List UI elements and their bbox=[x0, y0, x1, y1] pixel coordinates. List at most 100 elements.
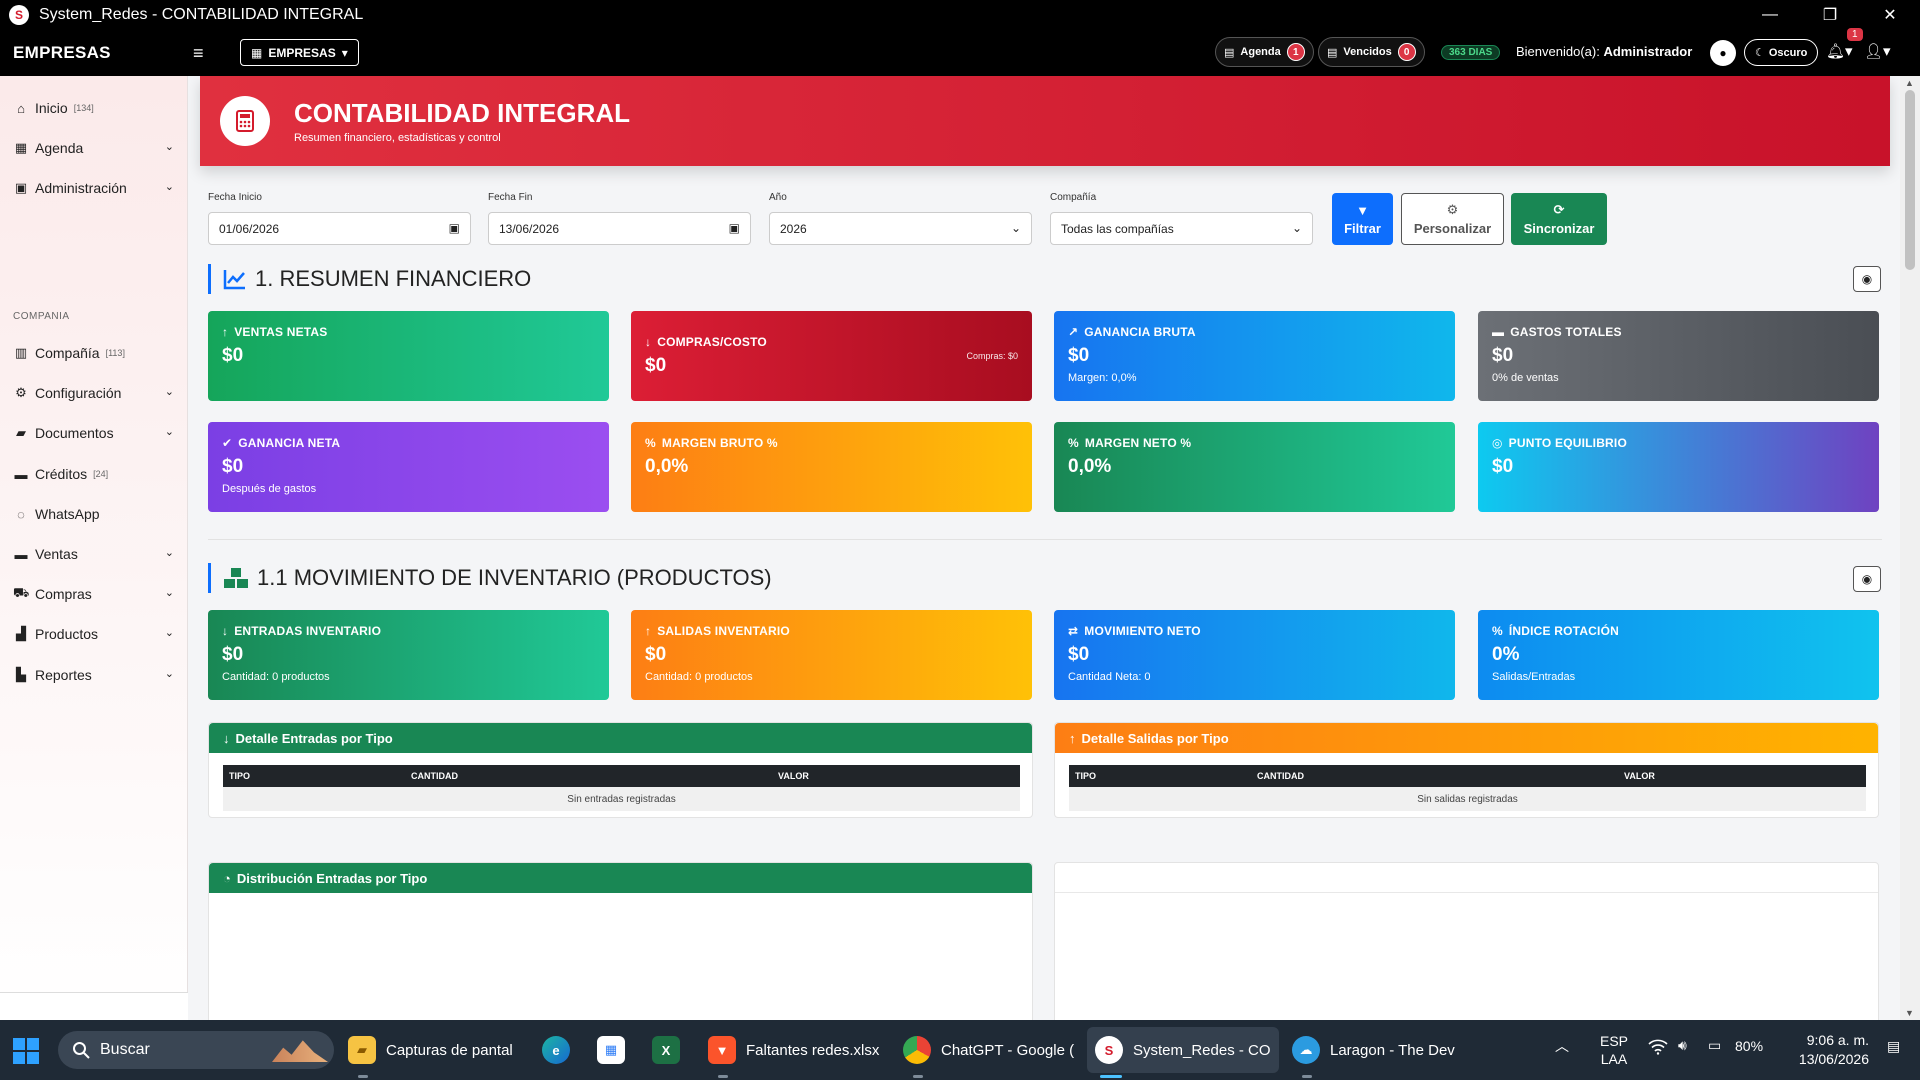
windows-start-icon[interactable] bbox=[13, 1038, 39, 1064]
wifi-icon[interactable] bbox=[1648, 1039, 1668, 1055]
anio-select[interactable]: 2026 ⌄ bbox=[769, 212, 1032, 245]
tray-chevron-up-icon[interactable]: ︿ bbox=[1555, 1036, 1569, 1056]
taskbar-indicator bbox=[1302, 1075, 1312, 1078]
vencidos-pill-button[interactable]: ▤ Vencidos 0 bbox=[1318, 37, 1425, 67]
connection-status-icon[interactable]: ● bbox=[1710, 40, 1736, 66]
card-ganancia-neta: ✔ GANANCIA NETA $0 Después de gastos bbox=[208, 422, 609, 512]
building-icon: ▦ bbox=[251, 45, 263, 60]
sidebar-item-creditos[interactable]: ▬ Créditos [24] bbox=[0, 459, 188, 489]
sidebar-item-productos[interactable]: ▟ Productos ⌄ bbox=[0, 619, 188, 649]
panel-detalle-entradas: ↓ Detalle Entradas por Tipo TIPO CANTIDA… bbox=[208, 722, 1033, 818]
taskbar-active-indicator bbox=[1100, 1075, 1122, 1078]
card-indice-rotacion: % ÍNDICE ROTACIÓN 0% Salidas/Entradas bbox=[1478, 610, 1879, 700]
battery-icon[interactable]: ▭ bbox=[1708, 1037, 1721, 1054]
dark-mode-toggle[interactable]: ☾ Oscuro bbox=[1744, 39, 1819, 66]
notification-count-badge: 1 bbox=[1847, 28, 1863, 41]
app-logo-icon: S bbox=[1095, 1036, 1123, 1064]
taskbar-app-excel[interactable]: X bbox=[652, 1034, 680, 1066]
sidebar-item-reportes[interactable]: ▙ Reportes ⌄ bbox=[0, 660, 188, 690]
sidebar-item-documentos[interactable]: ▰ Documentos ⌄ bbox=[0, 418, 188, 448]
sidebar-item-ventas[interactable]: ▬ Ventas ⌄ bbox=[0, 539, 188, 569]
user-name: Administrador bbox=[1603, 44, 1693, 59]
language-indicator[interactable]: ESP LAA bbox=[1600, 1032, 1628, 1068]
taskbar-app-explorer[interactable]: ▰ Capturas de pantal bbox=[348, 1034, 513, 1066]
minimize-button[interactable]: — bbox=[1740, 0, 1800, 29]
navbar-brand[interactable]: EMPRESAS bbox=[13, 43, 111, 63]
sidebar-item-administracion[interactable]: ▣ Administración ⌄ bbox=[0, 173, 188, 203]
fecha-inicio-input[interactable]: 01/06/2026 ▣ bbox=[208, 212, 471, 245]
exchange-icon: ⇄ bbox=[1068, 624, 1079, 638]
bell-icon[interactable]: 🔔︎▾ bbox=[1826, 42, 1853, 60]
taskbar-app-chrome[interactable]: ChatGPT - Google ( bbox=[903, 1034, 1074, 1066]
calendar-icon[interactable]: ▣ bbox=[729, 221, 740, 235]
chevron-down-icon: ⌄ bbox=[164, 426, 174, 438]
window-titlebar: S System_Redes - CONTABILIDAD INTEGRAL —… bbox=[0, 0, 1920, 29]
chevron-down-icon: ⌄ bbox=[164, 141, 174, 153]
card-punto-equilibrio: ◎ PUNTO EQUILIBRIO $0 bbox=[1478, 422, 1879, 512]
percent-icon: % bbox=[645, 436, 656, 450]
volume-icon[interactable]: 🔊︎ bbox=[1678, 1037, 1687, 1054]
sidebar-item-compras[interactable]: ⛟ Compras ⌄ bbox=[0, 579, 188, 609]
anio-label: Año bbox=[769, 192, 787, 203]
store-icon: ▦ bbox=[597, 1036, 625, 1064]
license-days-badge: 363 DIAS bbox=[1441, 45, 1501, 60]
excel-icon: X bbox=[652, 1036, 680, 1064]
arrow-up-icon: ↑ bbox=[645, 624, 652, 638]
calendar-icon[interactable]: ▣ bbox=[449, 221, 460, 235]
cart-icon: ⛟ bbox=[13, 585, 30, 600]
app-logo-icon: S bbox=[9, 4, 29, 25]
taskbar-app-edge[interactable]: e bbox=[542, 1034, 570, 1066]
sidebar-section-label: COMPANIA bbox=[13, 311, 70, 322]
arrow-up-icon: ↑ bbox=[222, 325, 229, 339]
sidebar-item-agenda[interactable]: ▦ Agenda ⌄ bbox=[0, 133, 188, 163]
close-button[interactable]: ✕ bbox=[1860, 0, 1920, 29]
vencidos-count-badge: 0 bbox=[1397, 43, 1416, 61]
card-movimiento-neto: ⇄ MOVIMIENTO NETO $0 Cantidad Neta: 0 bbox=[1054, 610, 1455, 700]
taskbar-app-laragon[interactable]: ☁ Laragon - The Dev bbox=[1292, 1034, 1455, 1066]
chevron-down-icon: ⌄ bbox=[1010, 221, 1021, 235]
empresas-dropdown-button[interactable]: ▦ EMPRESAS ▾ bbox=[240, 39, 359, 66]
target-icon: ◎ bbox=[1492, 436, 1503, 450]
fecha-fin-input[interactable]: 13/06/2026 ▣ bbox=[488, 212, 751, 245]
scrollbar-thumb[interactable] bbox=[1905, 90, 1915, 270]
scroll-up-icon[interactable]: ▲ bbox=[1905, 78, 1914, 88]
sincronizar-button[interactable]: ⟳ Sincronizar bbox=[1511, 193, 1607, 245]
taskbar-app-system-redes[interactable]: S System_Redes - CO bbox=[1087, 1027, 1279, 1073]
sidebar-item-configuracion[interactable]: ⚙ Configuración ⌄ bbox=[0, 378, 188, 408]
taskbar-indicator bbox=[913, 1075, 923, 1078]
filter-icon: ▼ bbox=[1356, 202, 1369, 218]
arrow-down-icon: ↓ bbox=[223, 730, 230, 746]
toggle-visibility-eye-icon[interactable]: ◉ bbox=[1853, 266, 1881, 292]
sidebar-item-inicio[interactable]: ⌂ Inicio [134] bbox=[0, 93, 188, 123]
sidebar-item-compania[interactable]: ▥ Compañía [113] bbox=[0, 338, 188, 368]
sidebar-item-whatsapp[interactable]: ◌ WhatsApp bbox=[0, 499, 188, 529]
taskbar-app-store[interactable]: ▦ bbox=[597, 1034, 625, 1066]
boxes-icon: ▟ bbox=[16, 626, 26, 641]
filtrar-button[interactable]: ▼ Filtrar bbox=[1332, 193, 1393, 245]
clock[interactable]: 9:06 a. m. 13/06/2026 bbox=[1785, 1031, 1869, 1069]
welcome-text: Bienvenido(a): Administrador bbox=[1516, 44, 1693, 59]
user-menu-icon[interactable]: 👤︎▾ bbox=[1864, 42, 1891, 60]
chrome-icon bbox=[903, 1036, 931, 1064]
taskbar-search-input[interactable]: Buscar bbox=[58, 1031, 334, 1069]
table-header: TIPO CANTIDAD VALOR bbox=[1069, 765, 1866, 787]
calendar-icon: ▦ bbox=[14, 140, 28, 155]
agenda-pill-button[interactable]: ▤ Agenda 1 bbox=[1215, 37, 1314, 67]
vertical-scrollbar[interactable]: ▲ ▼ bbox=[1900, 76, 1920, 1020]
maximize-button[interactable]: ❐ bbox=[1800, 0, 1860, 29]
scroll-down-icon[interactable]: ▼ bbox=[1905, 1008, 1914, 1018]
table-empty-row: Sin entradas registradas bbox=[223, 787, 1020, 811]
whatsapp-icon: ◌ bbox=[17, 506, 25, 522]
personalizar-button[interactable]: ⚙ Personalizar bbox=[1401, 193, 1504, 245]
hamburger-menu-icon[interactable]: ≡ bbox=[193, 43, 204, 64]
cash-icon: ▬ bbox=[14, 546, 28, 562]
toggle-visibility-eye-icon[interactable]: ◉ bbox=[1853, 566, 1881, 592]
panel-distribucion-entradas: ◔ Distribución Entradas por Tipo bbox=[208, 862, 1033, 1020]
chevron-down-icon: ⌄ bbox=[164, 668, 174, 680]
notification-center-icon[interactable]: ▤ bbox=[1887, 1038, 1900, 1055]
percent-icon: % bbox=[1068, 436, 1079, 450]
taskbar-app-brave[interactable]: ▼ Faltantes redes.xlsx bbox=[708, 1034, 879, 1066]
compania-select[interactable]: Todas las compañías ⌄ bbox=[1050, 212, 1313, 245]
chevron-down-icon: ⌄ bbox=[164, 181, 174, 193]
table-header: TIPO CANTIDAD VALOR bbox=[223, 765, 1020, 787]
